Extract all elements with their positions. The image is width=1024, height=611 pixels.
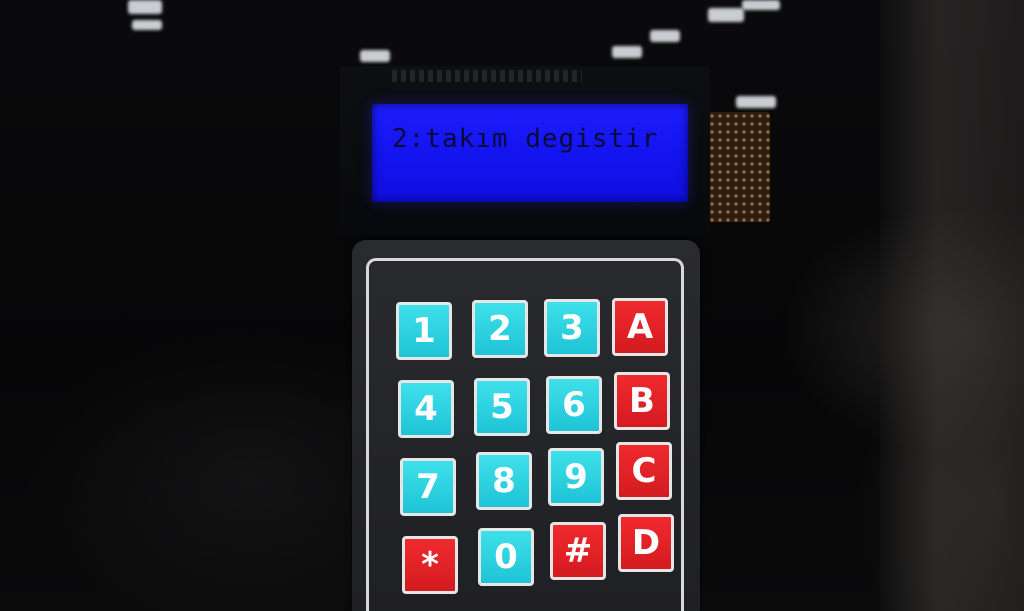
key-2[interactable]: 2 [472, 300, 528, 358]
key-d[interactable]: D [618, 514, 674, 572]
key-6[interactable]: 6 [546, 376, 602, 434]
photo-scene: 2:takım degistir 1 2 3 A 4 5 6 B 7 8 9 C… [0, 0, 1024, 611]
key-star[interactable]: * [402, 536, 458, 594]
keypad-grid: 1 2 3 A 4 5 6 B 7 8 9 C * 0 # D [0, 0, 1024, 611]
key-7[interactable]: 7 [400, 458, 456, 516]
key-3[interactable]: 3 [544, 299, 600, 357]
key-c[interactable]: C [616, 442, 672, 500]
key-9[interactable]: 9 [548, 448, 604, 506]
key-5[interactable]: 5 [474, 378, 530, 436]
key-0[interactable]: 0 [478, 528, 534, 586]
key-1[interactable]: 1 [396, 302, 452, 360]
key-4[interactable]: 4 [398, 380, 454, 438]
key-a[interactable]: A [612, 298, 668, 356]
key-hash[interactable]: # [550, 522, 606, 580]
key-b[interactable]: B [614, 372, 670, 430]
key-8[interactable]: 8 [476, 452, 532, 510]
